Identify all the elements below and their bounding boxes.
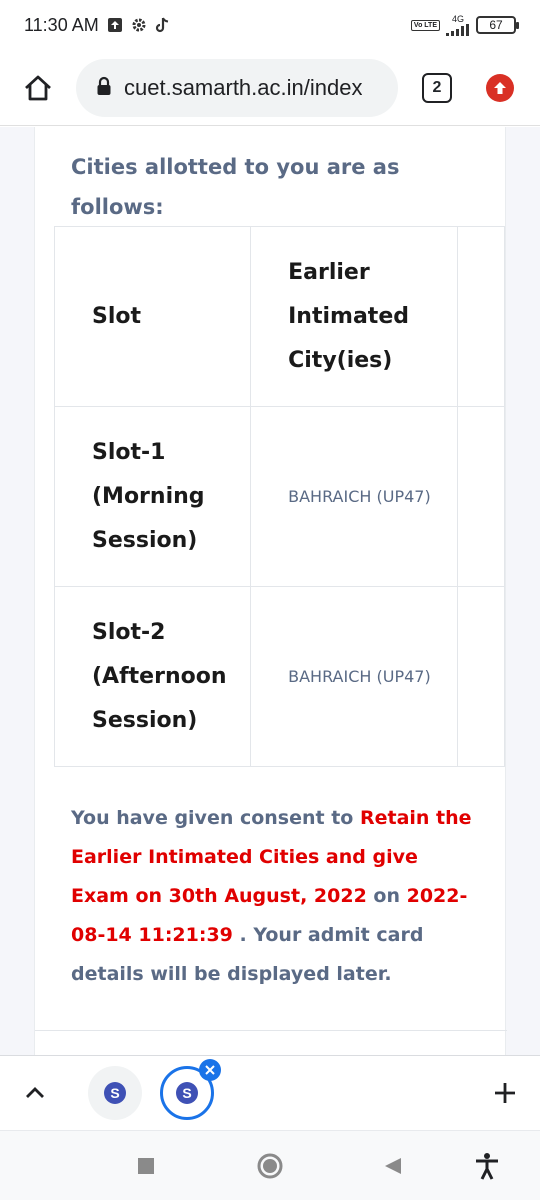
consent-text: on xyxy=(366,885,407,907)
status-bar: 11:30 AM Vo LTE 4G 67 xyxy=(0,0,540,50)
triangle-back-icon xyxy=(385,1158,401,1174)
content-card: Cities allotted to you are as follows: S… xyxy=(34,127,507,1055)
accessibility-icon xyxy=(476,1153,498,1180)
address-bar[interactable]: cuet.samarth.ac.in/index xyxy=(76,58,398,117)
table-header-row: Slot Earlier Intimated City(ies) xyxy=(53,226,505,407)
upload-notification-icon xyxy=(107,17,123,33)
tab-group-strip: S S xyxy=(0,1055,540,1130)
slot-cell: Slot-2 (Afternoon Session) xyxy=(53,586,252,767)
system-navigation-bar xyxy=(0,1130,540,1200)
signal-icon xyxy=(446,23,469,36)
consent-message: You have given consent to Retain the Ear… xyxy=(71,799,481,994)
tiktok-icon xyxy=(155,17,169,33)
expand-tabs-button[interactable] xyxy=(20,1078,50,1108)
chrome-update-button[interactable] xyxy=(486,73,514,102)
circle-home-icon xyxy=(257,1153,283,1179)
header-next-column-cut xyxy=(457,226,505,407)
home-nav-button[interactable] xyxy=(255,1151,285,1181)
city-cell: BAHRAICH (UP47) xyxy=(250,586,459,767)
accessibility-button[interactable] xyxy=(472,1151,502,1181)
chevron-up-icon xyxy=(26,1087,44,1098)
home-icon xyxy=(25,75,51,100)
site-favicon: S xyxy=(104,1082,126,1104)
home-button[interactable] xyxy=(18,68,58,108)
page-viewport[interactable]: Cities allotted to you are as follows: S… xyxy=(0,127,540,1055)
network-type: 4G xyxy=(451,13,464,24)
table-row: Slot-2 (Afternoon Session) BAHRAICH (UP4… xyxy=(53,586,505,767)
divider xyxy=(35,1030,507,1031)
tab-thumbnail-active[interactable]: S xyxy=(160,1059,221,1120)
settings-gear-icon xyxy=(131,17,147,33)
browser-toolbar: cuet.samarth.ac.in/index 2 xyxy=(0,50,540,126)
battery-icon: 67 xyxy=(476,16,519,34)
square-recents-icon xyxy=(138,1158,154,1174)
cut-off-cell xyxy=(457,586,505,767)
back-button[interactable] xyxy=(378,1151,408,1181)
network-indicator: 4G xyxy=(446,13,470,36)
tab-switcher-button[interactable]: 2 xyxy=(422,72,452,103)
cut-off-cell xyxy=(457,406,505,587)
close-tab-button[interactable] xyxy=(199,1059,221,1081)
tab-count: 2 xyxy=(432,78,442,96)
close-icon xyxy=(205,1065,215,1075)
volte-icon: Vo LTE xyxy=(410,19,440,31)
recents-button[interactable] xyxy=(131,1151,161,1181)
battery-level: 67 xyxy=(489,18,503,32)
city-cell: BAHRAICH (UP47) xyxy=(250,406,459,587)
consent-text: You have given consent to xyxy=(71,807,360,829)
tab-thumbnail[interactable]: S xyxy=(88,1066,142,1120)
header-slot: Slot xyxy=(53,226,252,407)
slot-cell: Slot-1 (Morning Session) xyxy=(53,406,252,587)
cities-intro-heading: Cities allotted to you are as follows: xyxy=(71,155,400,219)
allotted-cities-table: Slot Earlier Intimated City(ies) Slot-1 … xyxy=(53,226,505,767)
new-tab-button[interactable] xyxy=(490,1078,520,1108)
lock-icon xyxy=(96,76,112,100)
update-arrow-icon xyxy=(494,81,506,94)
table-row: Slot-1 (Morning Session) BAHRAICH (UP47) xyxy=(53,406,505,587)
status-time: 11:30 AM xyxy=(24,14,99,35)
url-text: cuet.samarth.ac.in/index xyxy=(124,74,363,100)
plus-icon xyxy=(495,1083,515,1103)
site-favicon: S xyxy=(176,1082,198,1104)
header-earlier-city: Earlier Intimated City(ies) xyxy=(250,226,459,407)
